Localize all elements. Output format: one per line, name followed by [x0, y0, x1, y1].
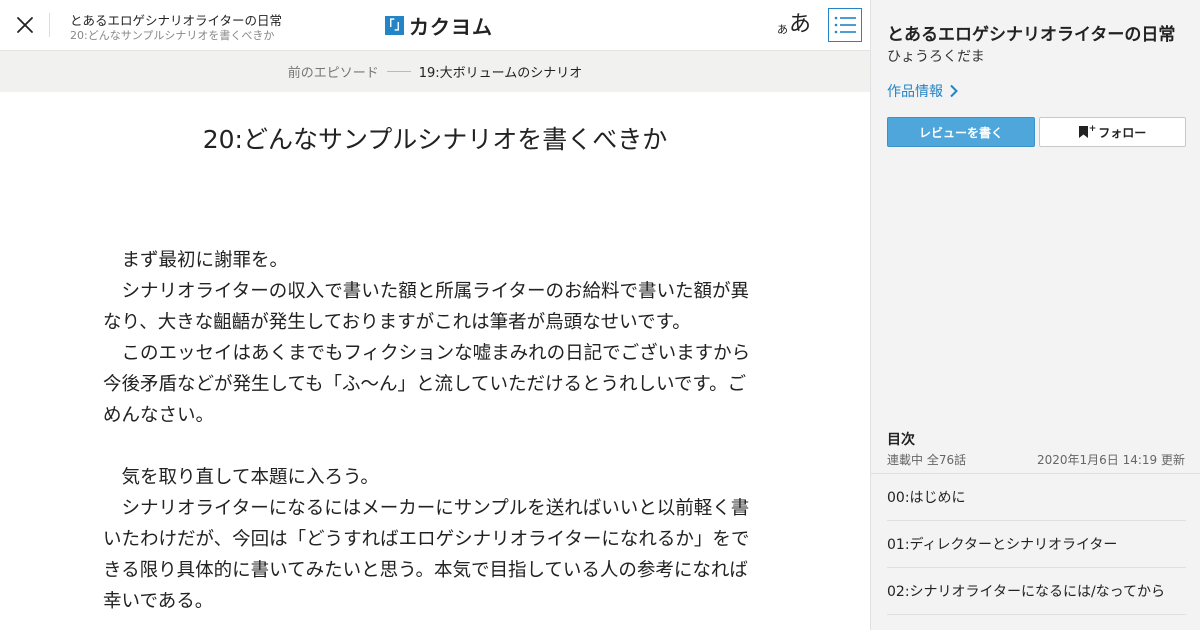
body-paragraph: シナリオライターになるにはメーカーにサンプルを送ればいいと以前軽く書いたわけだが… — [103, 498, 750, 612]
chevron-right-icon — [950, 84, 958, 98]
episode-title: 20:どんなサンプルシナリオを書くべきか — [202, 125, 668, 154]
body-paragraph: 気を取り直して本題に入ろう。 — [103, 467, 379, 488]
prev-episode-link[interactable]: 19:大ボリュームのシナリオ — [419, 62, 583, 81]
header-episode-subtitle: 20:どんなサンプルシナリオを書くべきか — [70, 29, 275, 42]
toc-toggle-button[interactable] — [828, 8, 862, 42]
body-paragraph: まず最初に謝罪を。 — [103, 250, 289, 271]
prev-episode-label: 前のエピソード — [287, 66, 379, 81]
font-size-small-glyph: あ — [777, 23, 788, 36]
prev-episode-bar: 前のエピソード 19:大ボリュームのシナリオ — [0, 51, 870, 92]
body-paragraph — [103, 431, 753, 462]
bookmark-icon — [1078, 126, 1088, 138]
toc-updated: 2020年1月6日 14:19 更新 — [1036, 453, 1185, 467]
body-paragraph: シナリオライターの収入で書いた額と所属ライターのお給料で書いた額が異なり、大きな… — [103, 281, 750, 333]
toc-status: 連載中 全76話 — [887, 453, 967, 467]
toc-heading: 目次 — [887, 432, 915, 448]
follow-plus-glyph: + — [1088, 124, 1097, 134]
body-paragraph: このエッセイはあくまでもフィクションな嘘まみれの日記でございますから今後矛盾など… — [103, 343, 751, 426]
work-info-link[interactable]: 作品情報 — [887, 81, 959, 101]
font-size-large-glyph: あ — [789, 12, 812, 37]
close-icon — [17, 17, 33, 33]
header-divider — [49, 13, 50, 37]
prev-episode-divider — [386, 71, 411, 72]
work-info-label: 作品情報 — [887, 84, 943, 100]
sidebar-author[interactable]: ひょうろくだま — [887, 46, 985, 66]
logo-mark: 「」 — [383, 15, 407, 35]
font-size-button[interactable]: あ あ — [777, 9, 811, 39]
logo-text: カクヨム — [409, 14, 493, 39]
write-review-button[interactable]: レビューを書く — [887, 117, 1035, 147]
close-button[interactable] — [12, 12, 38, 38]
episode-body: まず最初に謝罪を。 シナリオライターの収入で書いた額と所属ライターのお給料で書い… — [103, 245, 753, 617]
toc-item[interactable]: 01:ディレクターとシナリオライター — [887, 521, 1186, 568]
reader-main: とあるエロゲシナリオライターの日常 20:どんなサンプルシナリオを書くべきか 「… — [0, 0, 870, 630]
sidebar-work-title[interactable]: とあるエロゲシナリオライターの日常 — [887, 20, 1175, 45]
follow-button[interactable]: + フォロー — [1039, 117, 1186, 147]
kakuyomu-logo[interactable]: 「」 カクヨム — [383, 13, 493, 39]
list-icon — [834, 16, 856, 34]
toc-list: 00:はじめに 01:ディレクターとシナリオライター 02:シナリオライターにな… — [871, 473, 1200, 615]
toc-item[interactable]: 02:シナリオライターになるには/なってから — [887, 568, 1186, 615]
toc-sidebar: とあるエロゲシナリオライターの日常 ひょうろくだま 作品情報 レビューを書く +… — [870, 0, 1200, 630]
reader-header: とあるエロゲシナリオライターの日常 20:どんなサンプルシナリオを書くべきか 「… — [0, 0, 870, 51]
toc-item[interactable]: 00:はじめに — [887, 474, 1186, 521]
follow-label: フォロー — [1098, 125, 1147, 140]
